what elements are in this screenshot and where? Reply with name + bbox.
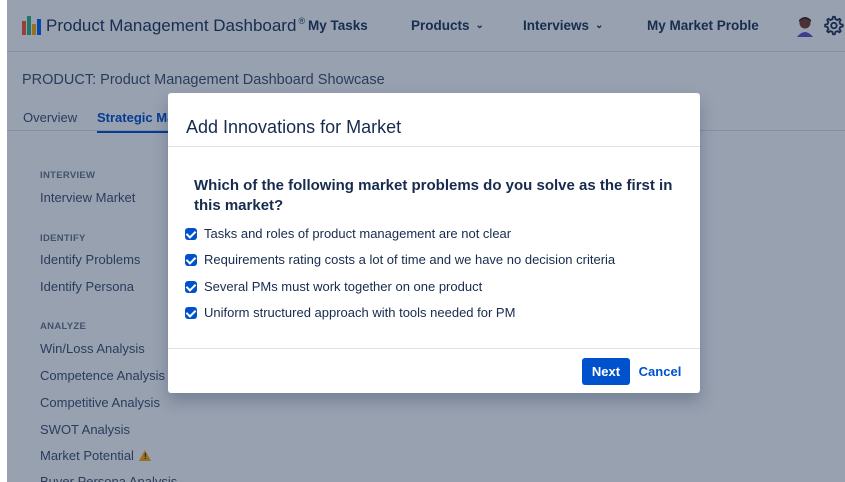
dialog-question: Which of the following market problems d… bbox=[194, 177, 673, 214]
add-innovations-dialog: Add Innovations for Market Which of the … bbox=[168, 93, 700, 393]
option-label: Several PMs must work together on one pr… bbox=[204, 279, 483, 294]
option-label: Requirements rating costs a lot of time … bbox=[204, 252, 616, 267]
cancel-button[interactable]: Cancel bbox=[634, 358, 686, 385]
checkbox-checked[interactable] bbox=[185, 253, 197, 266]
option-several-pms[interactable]: Several PMs must work together on one pr… bbox=[185, 279, 482, 294]
next-button[interactable]: Next bbox=[582, 358, 630, 385]
checkbox-checked[interactable] bbox=[185, 227, 197, 240]
option-tasks-roles[interactable]: Tasks and roles of product management ar… bbox=[185, 226, 511, 241]
dialog-footer-divider bbox=[168, 348, 700, 349]
option-label: Uniform structured approach with tools n… bbox=[204, 305, 516, 320]
checkbox-checked[interactable] bbox=[185, 280, 197, 293]
dialog-header: Add Innovations for Market bbox=[168, 93, 700, 147]
option-uniform-approach[interactable]: Uniform structured approach with tools n… bbox=[185, 305, 515, 320]
option-label: Tasks and roles of product management ar… bbox=[204, 226, 512, 241]
dialog-title: Add Innovations for Market bbox=[186, 117, 402, 137]
checkbox-checked[interactable] bbox=[185, 306, 197, 319]
option-requirements-rating[interactable]: Requirements rating costs a lot of time … bbox=[185, 252, 615, 267]
